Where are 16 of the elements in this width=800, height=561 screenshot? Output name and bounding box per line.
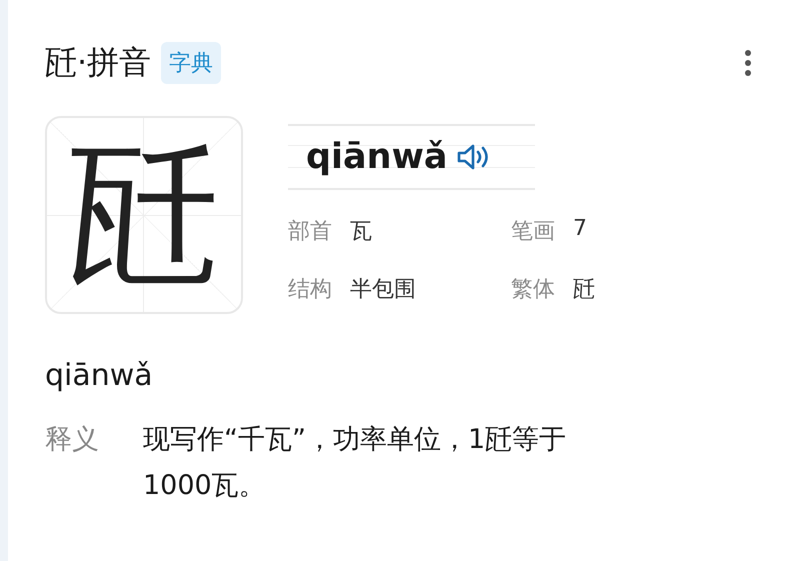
info-value: 半包围 <box>350 276 416 304</box>
more-options-icon[interactable] <box>744 49 752 77</box>
info-label: 部首 <box>288 218 332 246</box>
info-label: 结构 <box>288 276 332 304</box>
info-value: 瓩 <box>573 276 595 304</box>
page-title: 瓩·拼音 <box>45 42 152 83</box>
reading-pinyin: qiānwǎ <box>45 358 154 393</box>
dictionary-tag[interactable]: 字典 <box>161 42 222 84</box>
info-label: 繁体 <box>511 276 555 304</box>
pinyin-text: qiānwǎ <box>306 137 448 177</box>
definition-label: 释义 <box>45 423 100 457</box>
info-value: 7 <box>573 216 587 243</box>
definition-text: 现写作“千瓦”，功率单位，1瓩等于1000瓦。 <box>143 423 568 503</box>
character-glyph: 瓩 <box>69 140 219 290</box>
info-label: 笔画 <box>511 218 555 246</box>
info-value: 瓦 <box>350 218 372 246</box>
